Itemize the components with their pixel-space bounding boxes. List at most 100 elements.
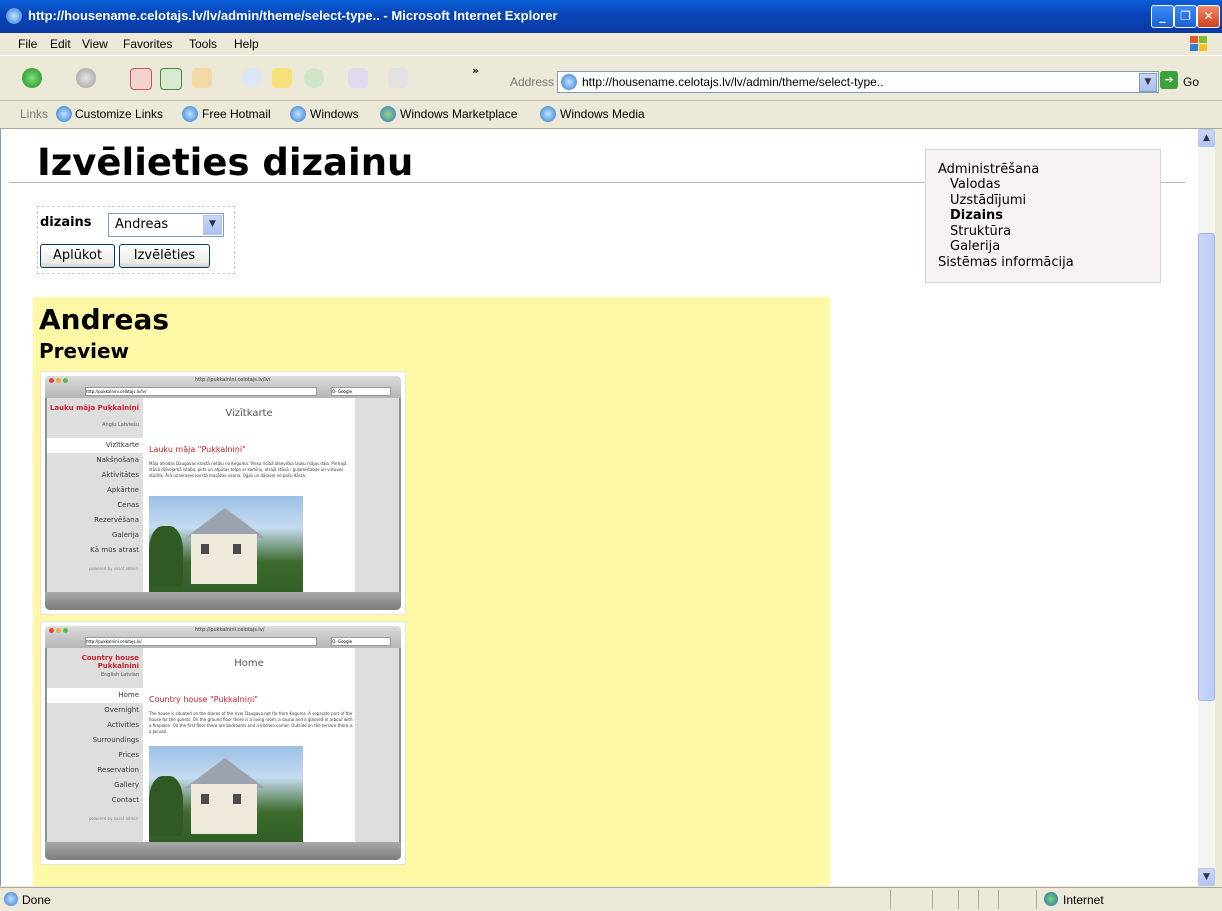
mock-page: Lauku māja Puķkalniņi Angļu Latviešu Viz… [47,398,399,602]
address-bar[interactable]: http://housename.celotajs.lv/lv/admin/th… [557,71,1159,93]
address-url[interactable]: http://housename.celotajs.lv/lv/admin/th… [582,75,883,89]
scroll-thumb[interactable] [1198,233,1215,701]
link-icon [56,106,72,122]
link-windows-media[interactable]: Windows Media [560,107,645,121]
mock-browser-window: http://pukkalnini.celotajs.lv/ http://pu… [45,626,401,860]
mock-left-column: Country house Pukkalnini English Latvian… [47,648,143,842]
menu-view[interactable]: View [82,37,108,51]
home-icon[interactable] [192,68,212,88]
menu-favorites[interactable]: Favorites [123,37,172,51]
mock-nav-item: Overnight [104,706,139,714]
status-divider [932,890,933,909]
mock-address: http://pukkalnini.celotajs.lv/lv/ [85,387,317,396]
mock-footer [45,592,401,610]
mail-icon[interactable] [348,68,368,88]
sidenav-item-gallery[interactable]: Galerija [950,239,1000,254]
sidenav-item-admin[interactable]: Administrēšana [938,162,1039,177]
mock-body-text: The house is situated on the shores of t… [149,711,353,734]
mock-close-icon [49,378,54,383]
refresh-icon[interactable] [160,68,182,90]
mock-address: http://pukkalnini.celotajs.lv/ [85,637,317,646]
theme-name: Andreas [39,303,170,336]
scroll-up-icon[interactable]: ▲ [1198,129,1215,147]
search-icon[interactable] [242,68,262,88]
sidenav-item-system-info[interactable]: Sistēmas informācija [938,255,1074,270]
choose-button[interactable]: Izvēlēties [119,244,210,268]
sidenav-item-design[interactable]: Dizains [950,208,1003,223]
mock-nav-item: Galerija [111,531,139,539]
print-icon[interactable] [388,68,408,88]
mock-heading: Lauku māja "Puķkalniņi" [149,445,246,454]
mock-right-column [355,648,399,842]
mock-page-title: Home [234,658,264,669]
status-divider [890,890,891,909]
sidenav-item-languages[interactable]: Valodas [950,177,1000,192]
mock-close-icon [49,628,54,633]
go-button[interactable]: Go [1183,75,1199,89]
address-dropdown-icon[interactable]: ▼ [1139,73,1157,92]
wall-shape [191,784,257,834]
link-icon [540,106,556,122]
wall-shape [191,534,257,584]
forward-icon[interactable] [76,68,96,88]
menu-help[interactable]: Help [234,37,259,51]
status-divider [1036,890,1037,909]
mock-nav-item: Surroundings [92,736,139,744]
link-icon [290,106,306,122]
marketplace-icon [380,106,396,122]
chevron-down-icon[interactable]: ▼ [203,215,222,235]
mock-minimize-icon [56,628,61,633]
mock-nav-item: Kā mūs atrast [90,546,139,554]
stop-icon[interactable] [130,68,152,90]
sidenav-item-structure[interactable]: Struktūra [950,224,1011,239]
go-arrow-icon[interactable]: ➔ [1160,71,1178,89]
internet-zone-icon [1044,892,1058,906]
page-done-icon [4,892,18,906]
mock-title-bar: http://pukkalnini.celotajs.lv/lv/ http:/… [45,376,401,398]
toolbar: » Address http://housename.celotajs.lv/l… [0,56,1222,101]
mock-title-bar: http://pukkalnini.celotajs.lv/ http://pu… [45,626,401,648]
title-bar: http://housename.celotajs.lv/lv/admin/th… [0,0,1222,33]
design-select-value: Andreas [115,217,169,232]
admin-sidenav: Administrēšana Valodas Uzstādījumi Dizai… [925,149,1161,283]
vertical-scrollbar[interactable]: ▲ ▼ [1198,129,1215,886]
mock-nav-item: Reservation [97,766,139,774]
back-icon[interactable] [22,68,42,88]
link-marketplace[interactable]: Windows Marketplace [400,107,517,121]
window-title: http://housename.celotajs.lv/lv/admin/th… [28,8,558,23]
menu-file[interactable]: File [18,37,37,51]
link-icon [182,106,198,122]
link-hotmail[interactable]: Free Hotmail [202,107,271,121]
window-shape [233,544,241,554]
preview-heading: Preview [39,339,130,363]
minimize-button[interactable]: _ [1151,5,1174,28]
menu-tools[interactable]: Tools [189,37,217,51]
close-button[interactable]: ✕ [1197,5,1220,28]
mock-brand: Country house Pukkalnini [81,654,139,670]
mock-powered-by: powered by sosof admin [89,566,138,571]
preview-screenshot-1: http://pukkalnini.celotajs.lv/lv/ http:/… [40,371,406,615]
address-label: Address [510,75,555,89]
link-customize[interactable]: Customize Links [75,107,163,121]
menu-edit[interactable]: Edit [50,37,71,51]
preview-screenshot-2: http://pukkalnini.celotajs.lv/ http://pu… [40,621,406,865]
mock-window-title: http://pukkalnini.celotajs.lv/ [195,627,265,633]
status-bar: Done Internet [0,887,1222,911]
scroll-down-icon[interactable]: ▼ [1198,868,1215,886]
toolbar-overflow-icon[interactable]: » [472,64,479,77]
windows-flag-icon [1190,36,1207,51]
mock-left-column: Lauku māja Puķkalniņi Angļu Latviešu Viz… [47,398,143,592]
apply-button[interactable]: Aplūkot [40,244,115,268]
link-windows[interactable]: Windows [310,107,359,121]
mock-zoom-icon [63,378,68,383]
mock-nav-item: Activities [107,721,139,729]
tree-shape [149,776,183,836]
maximize-button[interactable]: ❐ [1174,5,1197,28]
sidenav-item-settings[interactable]: Uzstādījumi [950,193,1026,208]
status-divider [998,890,999,909]
favorites-star-icon[interactable] [272,68,292,88]
design-select[interactable]: Andreas ▼ [108,213,224,237]
mock-nav-item: Vizītkarte [47,438,143,453]
menu-bar: File Edit View Favorites Tools Help [0,33,1222,56]
history-icon[interactable] [304,68,324,88]
